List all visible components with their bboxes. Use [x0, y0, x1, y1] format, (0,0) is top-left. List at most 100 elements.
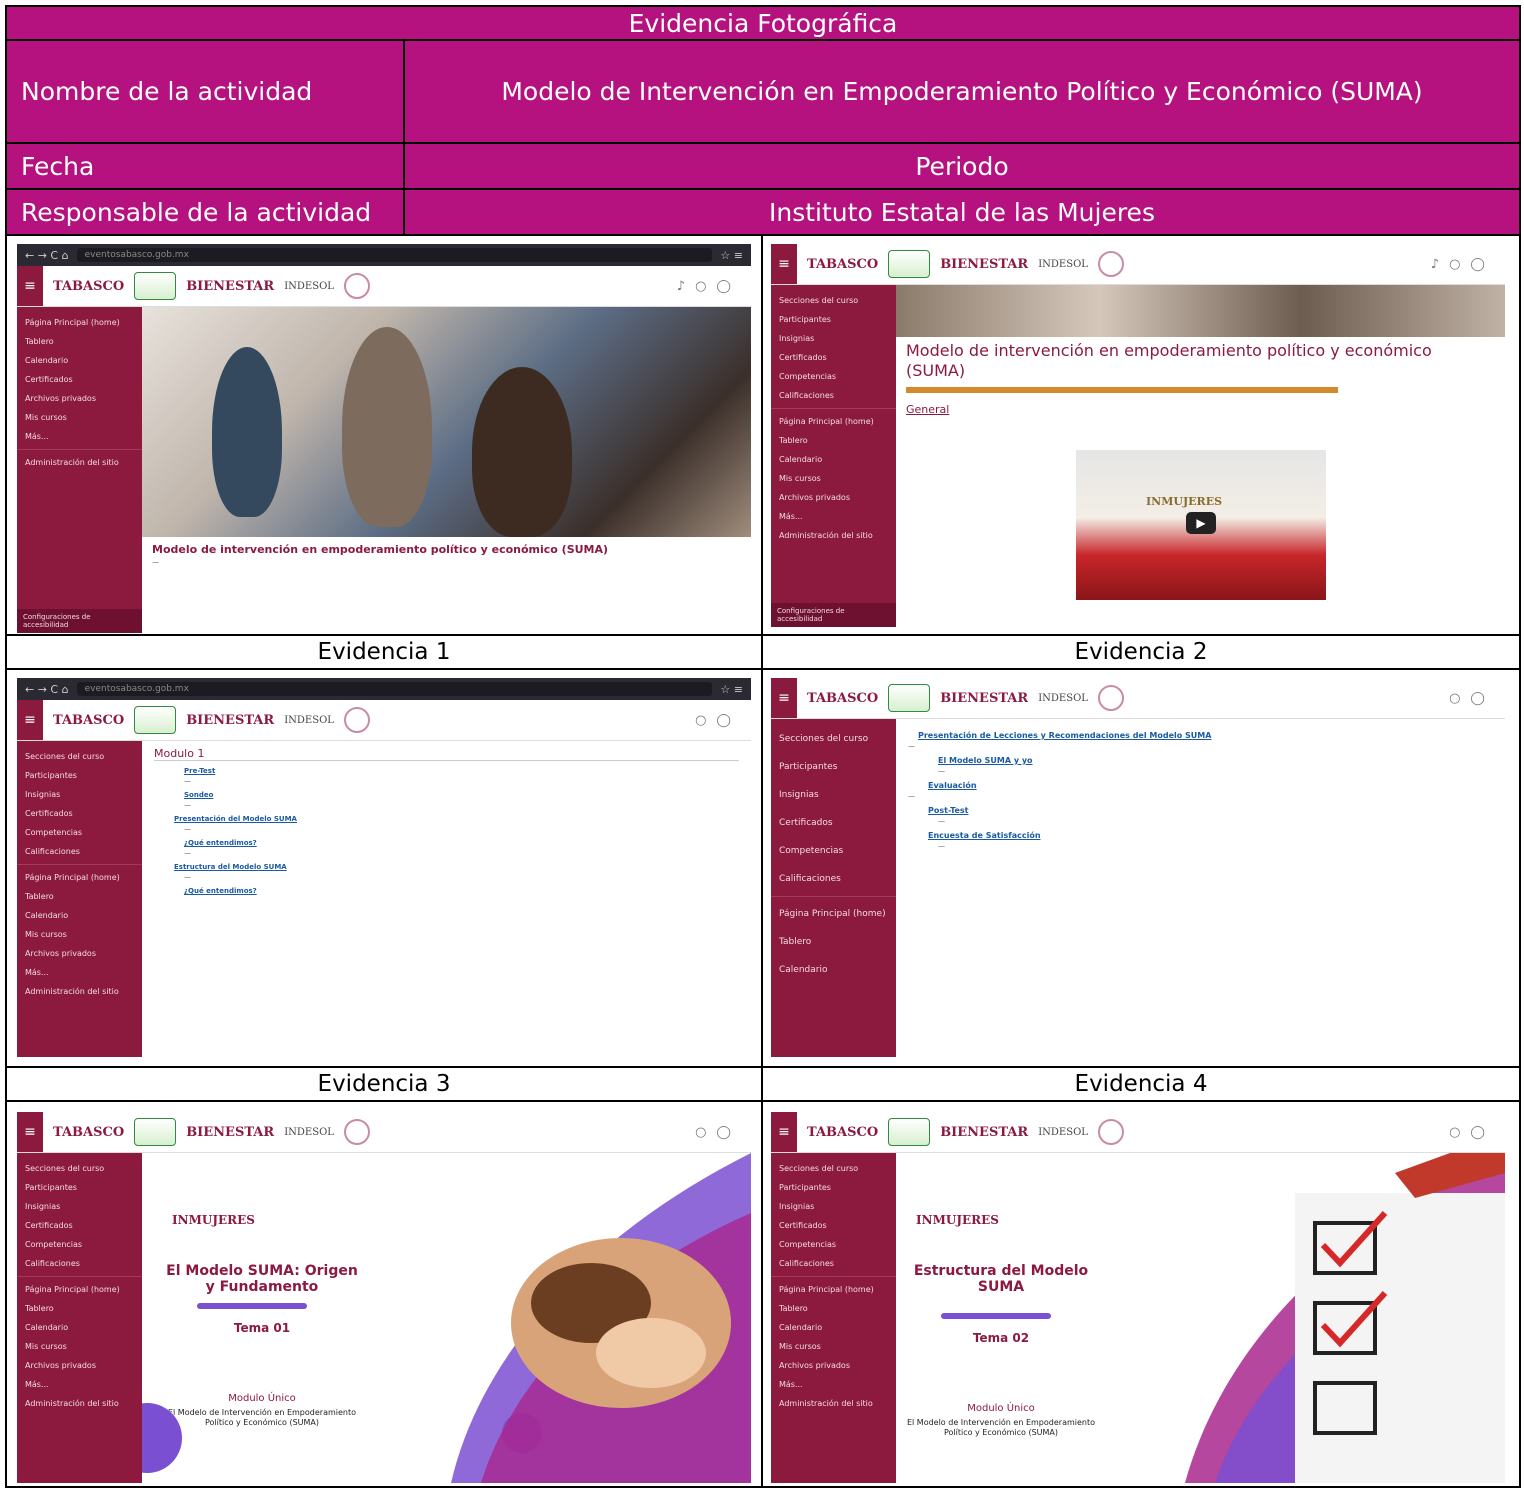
hands-illustration: [451, 1153, 751, 1483]
course-banner: [896, 285, 1505, 337]
sidebar-item: Mis cursos: [25, 1342, 67, 1351]
sidebar-item: Administración del sitio: [779, 531, 873, 540]
sidebar-item: Insignias: [779, 790, 819, 800]
sidebar-item: Mis cursos: [779, 1342, 821, 1351]
menu-icon: ≡: [771, 244, 797, 284]
sidebar-item: Insignias: [779, 334, 815, 343]
instituto-logo: [272, 1208, 342, 1248]
site-header: ≡ TABASCO BIENESTAR INDESOL ♪○◯: [17, 266, 751, 307]
tree-logo: [1097, 251, 1124, 277]
notification-icons: ♪○◯: [1430, 256, 1495, 272]
sidebar-item: Competencias: [25, 828, 83, 837]
sidebar-item: Calendario: [25, 356, 69, 365]
browser-toolbar: ← → C ⌂ eventosabasco.gob.mx ☆ ≡: [17, 244, 751, 266]
sidebar-item: Administración del sitio: [25, 987, 119, 996]
menu-icon: ≡: [17, 700, 43, 740]
evidence-3-screenshot: ← → C ⌂ eventosabasco.gob.mx ☆ ≡ ≡ TABASCO…: [5, 668, 763, 1068]
slide-modulo-sub: El Modelo de Intervención en Empoderamie…: [167, 1408, 357, 1427]
main-content: INMUJERES Estructura del Modelo SUMA Tem…: [896, 1153, 1505, 1483]
tree-logo: [343, 707, 370, 733]
sidebar-item: Calendario: [779, 455, 823, 464]
main-content: Modulo 1 Pre-Test — Sondeo — Presentació…: [142, 741, 751, 1057]
instituto-logo: [134, 272, 177, 300]
sidebar-item: Administración del sitio: [25, 1399, 119, 1408]
sidebar-item: Calificaciones: [779, 874, 841, 884]
title-underline: [197, 1303, 307, 1309]
sidebar-item: Secciones del curso: [779, 1164, 859, 1173]
course-title: Modelo de intervención en empoderamiento…: [152, 543, 609, 556]
tree-logo: [343, 1119, 370, 1145]
bienestar-logo: BIENESTAR: [940, 1124, 1029, 1140]
activity-link: Evaluación: [928, 781, 977, 790]
period-label: Periodo: [403, 142, 1521, 190]
sidebar-item: Participantes: [779, 762, 838, 772]
sidebar-item: Página Principal (home): [25, 873, 120, 882]
sidebar-item: Participantes: [25, 771, 77, 780]
instituto-logo: [888, 1118, 931, 1146]
sidebar-item: Mis cursos: [25, 413, 67, 422]
breadcrumb: [906, 387, 1338, 393]
sidebar-item: Insignias: [25, 1202, 61, 1211]
sidebar-item: Certificados: [779, 818, 833, 828]
sidebar-item: Participantes: [779, 1183, 831, 1192]
sidebar-item: Calendario: [779, 965, 828, 975]
activity-link: ¿Qué entendimos?: [184, 839, 257, 847]
caption-evidencia-1: Evidencia 1: [5, 634, 763, 670]
slide-modulo-sub: El Modelo de Intervención en Empoderamie…: [906, 1418, 1096, 1437]
activity-label: Nombre de la actividad: [5, 39, 405, 144]
main-content: INMUJERES El Modelo SUMA: Origen y Funda…: [142, 1153, 751, 1483]
site-header: ≡ TABASCO BIENESTAR INDESOL ○◯: [771, 1112, 1505, 1153]
bienestar-logo: BIENESTAR: [940, 690, 1029, 706]
menu-icon: ≡: [17, 266, 43, 306]
caption-evidencia-3: Evidencia 3: [5, 1066, 763, 1102]
date-label: Fecha: [5, 142, 405, 190]
menu-icon: ≡: [771, 678, 797, 718]
sidebar-item: Calificaciones: [779, 391, 834, 400]
sidebar-item: Archivos privados: [25, 949, 96, 958]
slide-modulo: Modulo Único: [967, 1403, 1035, 1414]
evidence-6-screenshot: ≡ TABASCO BIENESTAR INDESOL ○◯ Secciones…: [761, 1100, 1521, 1488]
sidebar-item: Archivos privados: [779, 1361, 850, 1370]
checklist-illustration: [1185, 1153, 1505, 1483]
indesol-logo: INDESOL: [284, 1126, 334, 1138]
slide-tema-01: INMUJERES El Modelo SUMA: Origen y Funda…: [142, 1153, 751, 1483]
sidebar-item: Secciones del curso: [25, 752, 105, 761]
sidebar-item: Más...: [25, 432, 49, 441]
notification-icons: ○◯: [1449, 690, 1495, 706]
evidence-2-screenshot: ≡ TABASCO BIENESTAR INDESOL ♪○◯ Seccione…: [761, 234, 1521, 636]
responsible-value: Instituto Estatal de las Mujeres: [403, 188, 1521, 236]
sidebar-item: Calendario: [25, 1323, 69, 1332]
video-player: INMUJERES ▶: [1076, 450, 1326, 600]
activity-link: ¿Qué entendimos?: [184, 887, 257, 895]
tabasco-logo: TABASCO: [807, 256, 879, 272]
bienestar-logo: BIENESTAR: [940, 256, 1029, 272]
tabasco-logo: TABASCO: [53, 278, 125, 294]
sidebar-item: Calificaciones: [25, 1259, 80, 1268]
sidebar: Secciones del curso Participantes Insign…: [771, 719, 896, 1057]
accessibility-footer: Configuraciones de accesibilidad: [17, 609, 142, 633]
sidebar-item: Tablero: [779, 436, 808, 445]
activity-link: Encuesta de Satisfacción: [928, 831, 1041, 840]
caption-evidencia-4: Evidencia 4: [761, 1066, 1521, 1102]
activity-link: Presentación del Modelo SUMA: [174, 815, 297, 823]
sidebar: Secciones del curso Participantes Insign…: [771, 285, 896, 627]
sidebar-item: Mis cursos: [779, 474, 821, 483]
menu-icon: ≡: [771, 1112, 797, 1152]
sidebar-item: Competencias: [779, 846, 844, 856]
sidebar-item: Certificados: [779, 1221, 827, 1230]
sidebar-item: Insignias: [25, 790, 61, 799]
sidebar-item: Tablero: [25, 337, 54, 346]
section-general: General: [906, 403, 950, 416]
slide-tema: Tema 02: [972, 1331, 1030, 1345]
sidebar-item: Administración del sitio: [779, 1399, 873, 1408]
activity-link: Pre-Test: [184, 767, 216, 775]
sidebar-item: Archivos privados: [25, 394, 96, 403]
sidebar: Secciones del curso Participantes Insign…: [17, 1153, 142, 1483]
play-icon: ▶: [1186, 512, 1216, 534]
sidebar-item: Secciones del curso: [779, 734, 869, 744]
sidebar-item: Competencias: [779, 1240, 837, 1249]
sidebar-item: Archivos privados: [779, 493, 850, 502]
sidebar-item: Tablero: [779, 1304, 808, 1313]
inmujeres-logo: INMUJERES: [172, 1213, 255, 1227]
indesol-logo: INDESOL: [1038, 1126, 1088, 1138]
